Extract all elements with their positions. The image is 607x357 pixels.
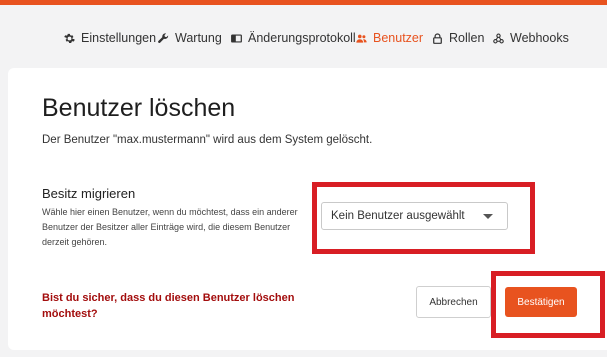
nav-label: Änderungsprotokoll: [248, 31, 356, 45]
select-value: Kein Benutzer ausgewählt: [331, 210, 465, 222]
lock-icon: [432, 32, 443, 44]
webhook-icon: [493, 33, 504, 44]
confirm-question: Bist du sicher, dass du diesen Benutzer …: [42, 292, 295, 320]
nav-item-webhooks[interactable]: Webhooks: [493, 30, 569, 46]
delete-notice: Der Benutzer "max.mustermann" wird aus d…: [42, 134, 373, 146]
users-icon: [356, 33, 367, 44]
delete-user-card: Benutzer löschen Der Benutzer "max.muste…: [8, 68, 607, 350]
settings-nav: Einstellungen Wartung Änderungsprotokoll…: [0, 5, 607, 67]
nav-item-wartung[interactable]: Wartung: [158, 30, 222, 46]
nav-item-benutzer[interactable]: Benutzer: [356, 30, 423, 46]
nav-item-aenderungsprotokoll[interactable]: Änderungsprotokoll: [231, 30, 356, 46]
new-owner-select[interactable]: Kein Benutzer ausgewählt: [321, 202, 508, 230]
book-icon: [231, 33, 242, 44]
nav-label: Wartung: [175, 31, 222, 45]
cancel-button[interactable]: Abbrechen: [416, 286, 491, 318]
nav-item-rollen[interactable]: Rollen: [432, 30, 484, 46]
page-title: Benutzer löschen: [42, 94, 236, 122]
nav-label: Webhooks: [510, 31, 569, 45]
confirm-button[interactable]: Bestätigen: [505, 287, 577, 317]
migrate-ownership-title: Besitz migrieren: [42, 186, 136, 201]
nav-label: Einstellungen: [81, 31, 157, 45]
gear-icon: [64, 33, 75, 44]
nav-label: Rollen: [449, 31, 485, 45]
nav-item-einstellungen[interactable]: Einstellungen: [64, 30, 156, 46]
chevron-down-icon: [483, 214, 493, 219]
migrate-ownership-description: Wähle hier einen Benutzer, wenn du möcht…: [42, 207, 298, 247]
nav-label: Benutzer: [373, 31, 424, 45]
wrench-icon: [158, 32, 169, 44]
